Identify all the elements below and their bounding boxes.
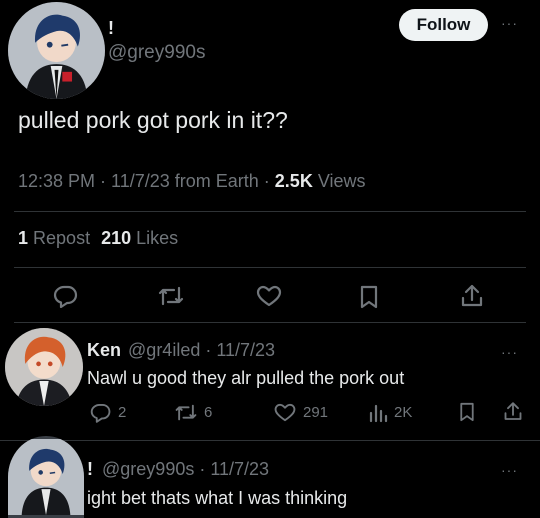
avatar-grey990s[interactable] [8,2,105,99]
reply-text: Nawl u good they alr pulled the pork out [87,368,405,388]
like-count: 291 [303,404,329,421]
reply-button[interactable]: 2 [90,402,126,423]
share-button[interactable] [460,283,484,309]
more-options-icon[interactable]: ··· [501,462,518,478]
repost-count: 1 [18,228,29,248]
handle[interactable]: @grey990s [108,42,205,64]
retweet-button[interactable] [157,284,185,308]
display-name[interactable]: Ken [87,340,121,360]
share-button[interactable] [503,400,523,423]
repost-label: Repost [33,228,91,248]
share-icon [504,402,522,420]
display-name[interactable]: ! [108,18,114,39]
reply-icon [53,285,78,308]
avatar-image [5,328,83,406]
retweet-icon [158,286,184,306]
reply-count: 2 [118,404,127,421]
bookmark-button[interactable] [458,401,476,423]
reply-text: ight bet thats what I was thinking [87,488,348,508]
avatar-image [8,2,105,99]
repost-stat[interactable]: 1 Repost [18,228,95,248]
views-button[interactable]: 2K [368,402,412,423]
reply-header: Ken @gr4iled · 11/7/23 [87,340,275,361]
views-count: 2.5K [274,171,313,191]
reply-button[interactable] [53,284,79,308]
avatar-grey990s[interactable] [8,436,84,518]
more-options-icon[interactable]: ··· [501,15,518,31]
reply-icon [90,403,111,423]
handle-date[interactable]: @grey990s · 11/7/23 [102,459,269,479]
follow-button[interactable]: Follow [399,9,488,41]
tweet-meta: 12:38 PM · 11/7/23 from Earth · 2.5K Vie… [18,171,366,192]
divider [14,267,526,268]
tweet-timestamp[interactable]: 12:38 PM · 11/7/23 from Earth · [18,171,270,191]
avatar-ken[interactable] [5,328,83,406]
handle-date[interactable]: @gr4iled · 11/7/23 [128,340,275,360]
tweet-stats: 1 Repost 210 Likes [18,228,178,249]
bookmark-icon [360,285,378,309]
share-icon [461,284,483,307]
like-icon [256,285,282,307]
likes-count: 210 [101,228,132,248]
display-name[interactable]: ! [87,459,93,479]
retweet-icon [175,404,197,421]
more-options-icon[interactable]: ··· [501,344,518,360]
reply-header: ! @grey990s · 11/7/23 [87,459,269,480]
likes-stat[interactable]: 210 Likes [101,228,178,248]
bookmark-icon [460,402,474,422]
like-icon [274,403,296,422]
analytics-icon [369,404,388,423]
divider [14,322,526,323]
view-count: 2K [394,404,413,421]
retweet-count: 6 [204,404,213,421]
divider [14,211,526,212]
retweet-button[interactable]: 6 [174,402,212,423]
bookmark-button[interactable] [358,284,380,310]
like-button[interactable]: 291 [273,402,328,423]
views-label: Views [317,171,366,191]
tweet-text: pulled pork got pork in it?? [18,107,288,133]
like-button[interactable] [255,284,283,308]
avatar-image [8,439,84,515]
divider [0,440,540,441]
likes-label: Likes [136,228,179,248]
